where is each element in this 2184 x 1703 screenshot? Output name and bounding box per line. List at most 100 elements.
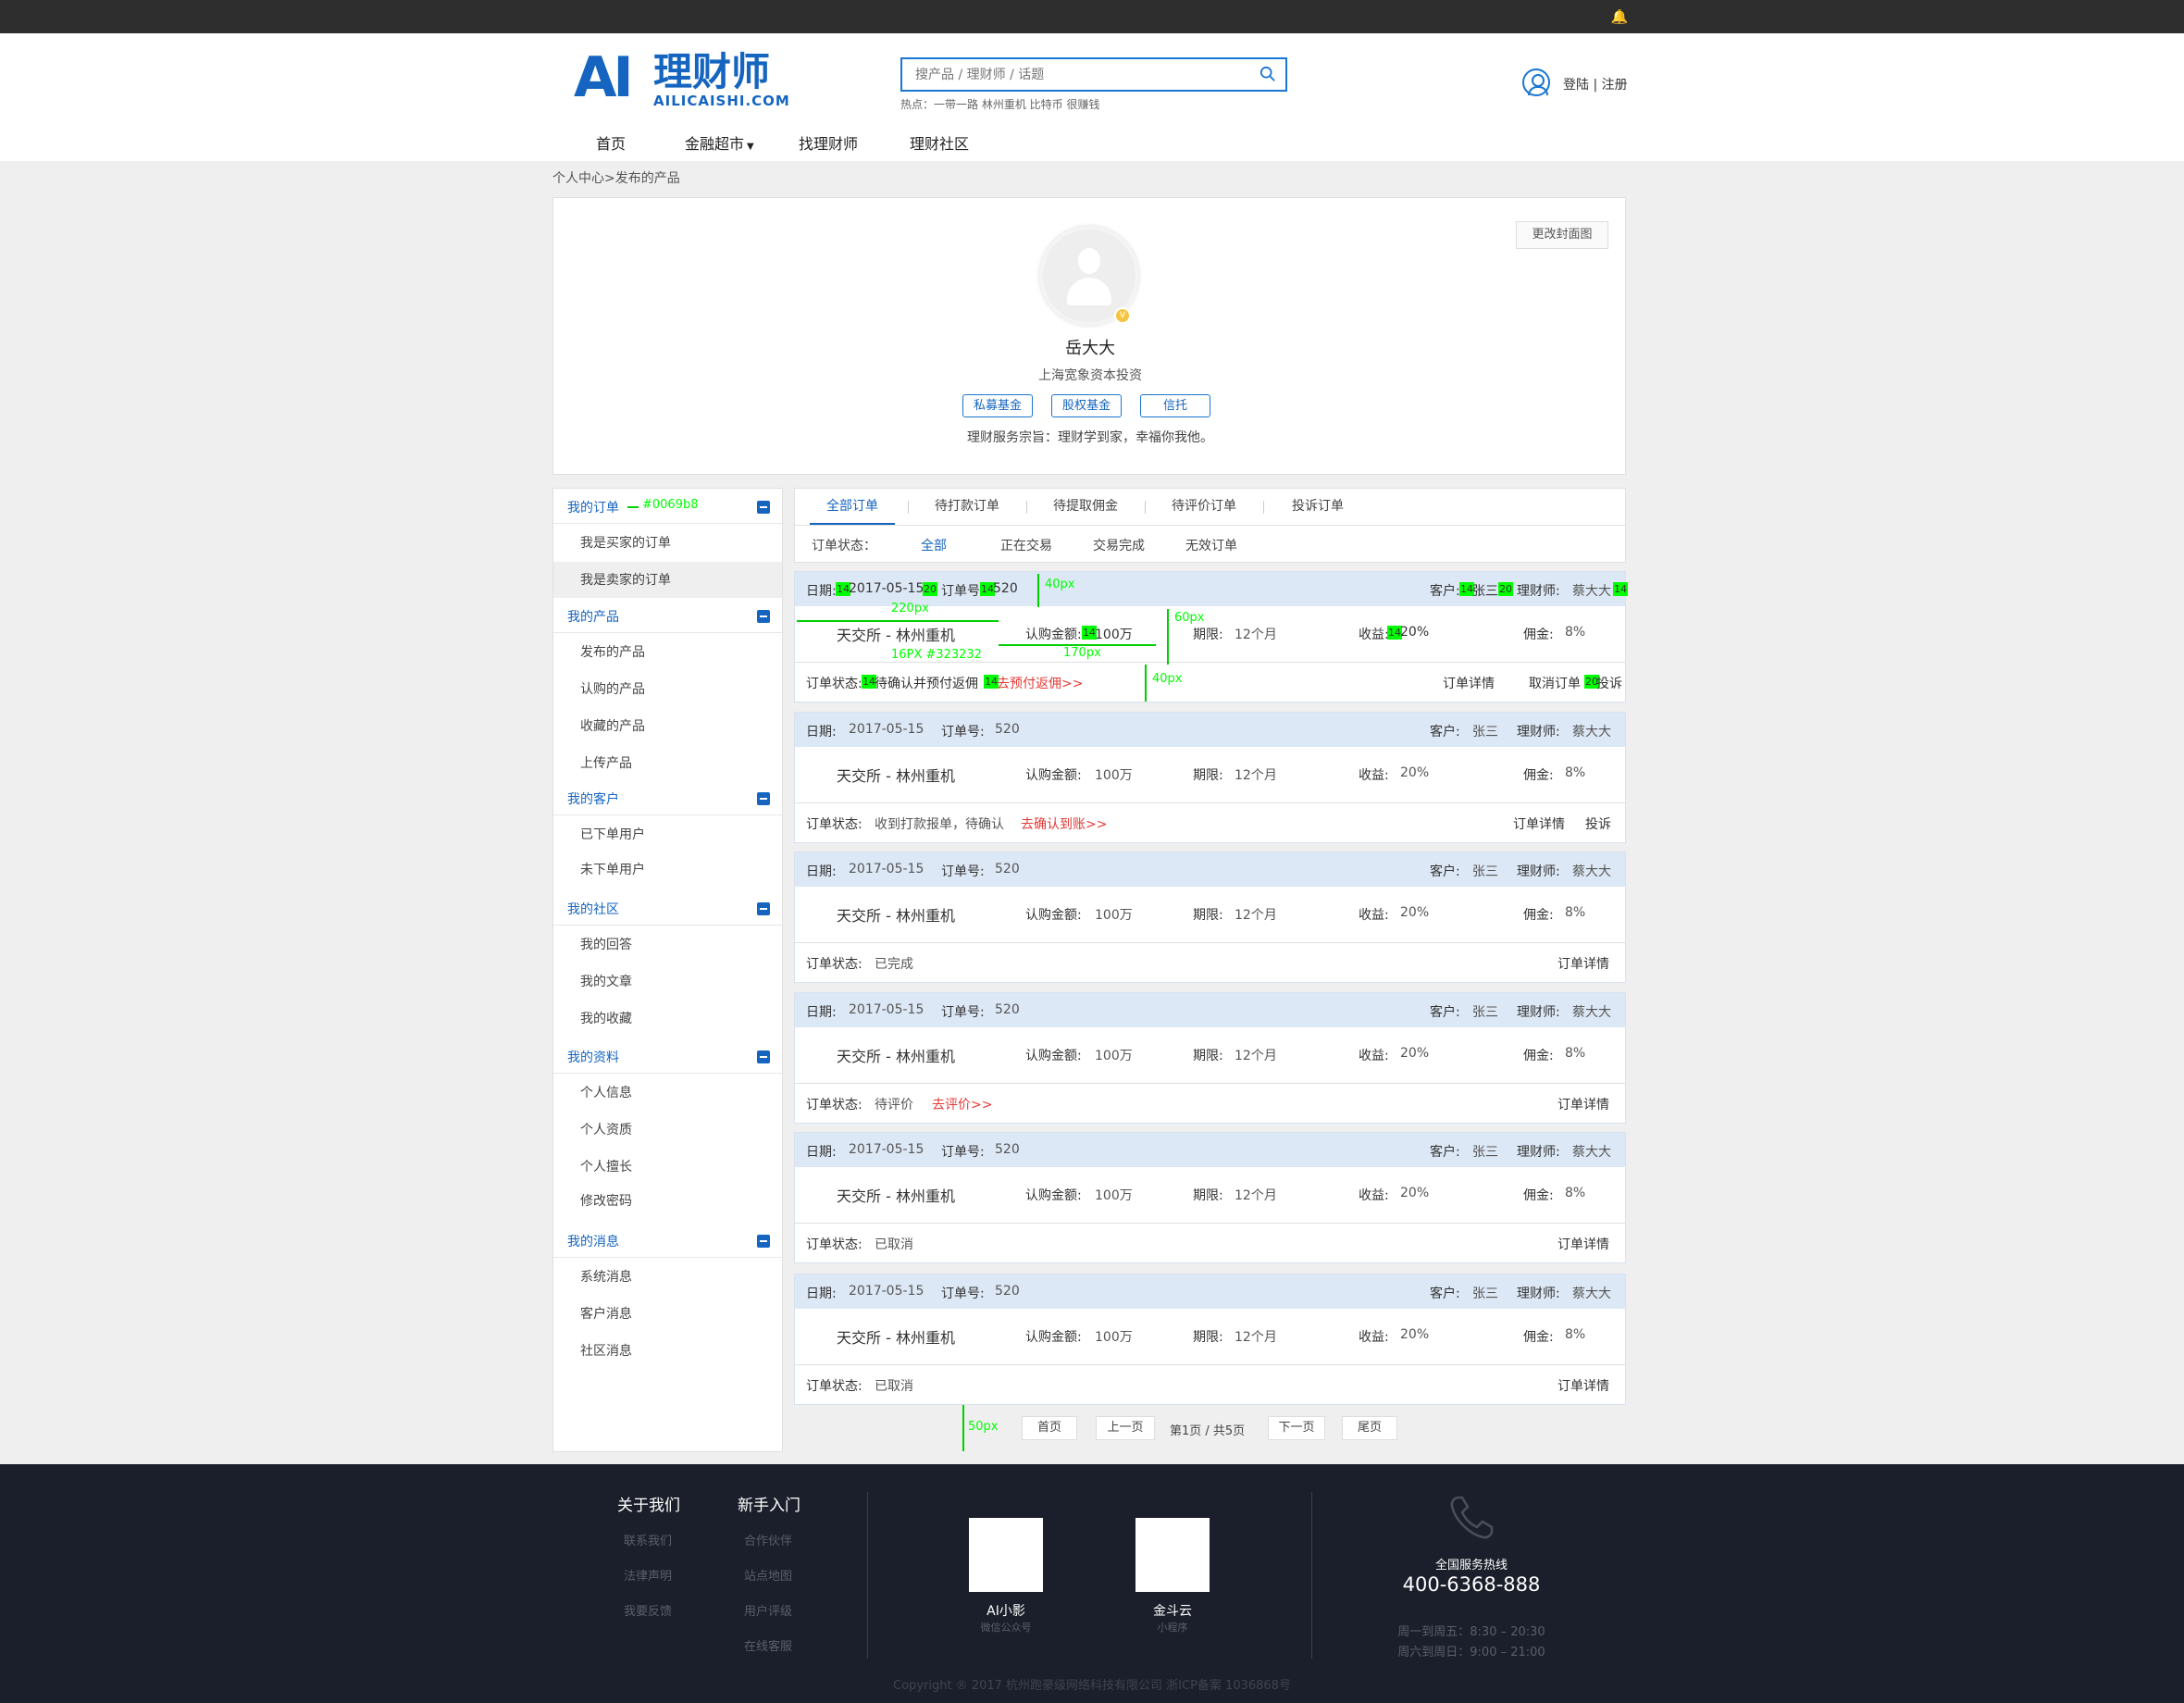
- status-value: 待评价: [875, 1098, 913, 1113]
- order-no-label: 订单号:: [941, 725, 985, 740]
- footer-link-legal[interactable]: 法律声明: [624, 1566, 672, 1584]
- sidebar-item-system-messages[interactable]: 系统消息: [553, 1259, 782, 1296]
- status-label: 订单状态:: [806, 1237, 862, 1252]
- date-label: 日期:: [806, 1287, 837, 1301]
- go-review-link[interactable]: 去评价>>: [932, 1095, 992, 1113]
- site-logo[interactable]: AI 理财师 AILICAISHI.COM: [574, 48, 792, 109]
- sidebar-item-published-products[interactable]: 发布的产品: [553, 634, 782, 671]
- footer-link-rating[interactable]: 用户评级: [744, 1601, 792, 1619]
- sidebar-head-community[interactable]: 我的社区: [553, 890, 782, 926]
- amount-value: 100万: [1095, 768, 1133, 783]
- breadcrumb[interactable]: 个人中心>发布的产品: [552, 168, 680, 187]
- nav-community[interactable]: 理财社区: [910, 131, 969, 154]
- collapse-icon[interactable]: [757, 1235, 770, 1248]
- tab-all-orders[interactable]: 全部订单: [810, 489, 895, 525]
- hot-topics[interactable]: 热点：一带一路 林州重机 比特币 很赚钱: [900, 96, 1099, 112]
- order-detail-link[interactable]: 订单详情: [1557, 1095, 1609, 1113]
- sidebar-item-change-password[interactable]: 修改密码: [553, 1183, 782, 1220]
- change-cover-button[interactable]: 更改封面图: [1516, 221, 1608, 249]
- product-name[interactable]: 天交所 - 林州重机: [837, 623, 955, 645]
- product-name[interactable]: 天交所 - 林州重机: [837, 1044, 955, 1066]
- pager-prev[interactable]: 上一页: [1096, 1416, 1155, 1440]
- search-input[interactable]: [902, 59, 1245, 90]
- sidebar-item-upload-product[interactable]: 上传产品: [553, 745, 782, 782]
- sidebar-item-subscribed-products[interactable]: 认购的产品: [553, 671, 782, 708]
- order-card: 日期: 14 2017-05-15 20 订单号: 14 520 客户: 14 …: [794, 571, 1628, 702]
- sidebar-item-qualification[interactable]: 个人资质: [553, 1112, 782, 1149]
- bell-icon[interactable]: 🔔: [1610, 7, 1629, 26]
- sidebar-item-unordered-users[interactable]: 未下单用户: [553, 852, 782, 889]
- nav-home[interactable]: 首页: [596, 131, 626, 154]
- prepay-commission-link[interactable]: 去预付返佣>>: [997, 674, 1083, 692]
- complain-link[interactable]: 投诉: [1596, 674, 1622, 692]
- tab-pending-payment[interactable]: 待打款订单: [921, 489, 1013, 525]
- user-icon[interactable]: [1522, 68, 1550, 96]
- sidebar-head-messages[interactable]: 我的消息: [553, 1223, 782, 1258]
- collapse-icon[interactable]: [757, 792, 770, 805]
- order-number: 520: [993, 581, 1018, 596]
- pager-first[interactable]: 首页: [1022, 1416, 1077, 1440]
- order-detail-link[interactable]: 订单详情: [1557, 1376, 1609, 1395]
- sidebar-head-profile[interactable]: 我的资料: [553, 1038, 782, 1074]
- filter-completed[interactable]: 交易完成: [1093, 536, 1145, 554]
- order-detail-link[interactable]: 订单详情: [1557, 1235, 1609, 1253]
- annotation-line: [627, 506, 639, 508]
- tag-private-fund[interactable]: 私募基金: [962, 394, 1033, 417]
- filter-all[interactable]: 全部: [921, 536, 947, 554]
- cancel-order-link[interactable]: 取消订单: [1529, 674, 1581, 692]
- sidebar-item-my-answers[interactable]: 我的回答: [553, 926, 782, 963]
- filter-invalid[interactable]: 无效订单: [1185, 536, 1237, 554]
- sidebar-item-expertise[interactable]: 个人擅长: [553, 1149, 782, 1186]
- collapse-icon[interactable]: [757, 902, 770, 915]
- commission-value: 8%: [1565, 1327, 1586, 1342]
- login-register-link[interactable]: 登陆 | 注册: [1563, 75, 1628, 93]
- order-detail-link[interactable]: 订单详情: [1557, 954, 1609, 973]
- collapse-icon[interactable]: [757, 501, 770, 514]
- sidebar-item-customer-messages[interactable]: 客户消息: [553, 1296, 782, 1333]
- pager-last[interactable]: 尾页: [1342, 1416, 1397, 1440]
- nav-finance-market[interactable]: 金融超市 ▼: [685, 131, 754, 154]
- tab-complaints[interactable]: 投诉订单: [1276, 489, 1359, 525]
- complain-link[interactable]: 投诉: [1585, 814, 1611, 833]
- product-name[interactable]: 天交所 - 林州重机: [837, 1325, 955, 1348]
- footer-link-contact[interactable]: 联系我们: [624, 1531, 672, 1548]
- footer-link-partners[interactable]: 合作伙伴: [744, 1531, 792, 1548]
- hotline-number[interactable]: 400-6368-888: [1342, 1573, 1601, 1596]
- nav-find-planner[interactable]: 找理财师: [799, 131, 858, 154]
- tab-pending-commission[interactable]: 待提取佣金: [1039, 489, 1132, 525]
- sidebar-head-customers[interactable]: 我的客户: [553, 780, 782, 815]
- profile-card: 更改封面图 V 岳大大 上海宽象资本投资 私募基金 股权基金 信托 理财服务宗旨…: [552, 197, 1626, 475]
- sidebar-head-products[interactable]: 我的产品: [553, 598, 782, 633]
- sidebar-item-ordered-users[interactable]: 已下单用户: [553, 816, 782, 853]
- footer-link-support[interactable]: 在线客服: [744, 1636, 792, 1654]
- product-name[interactable]: 天交所 - 林州重机: [837, 903, 955, 926]
- tab-divider: [1026, 501, 1027, 514]
- order-detail-link[interactable]: 订单详情: [1513, 814, 1565, 833]
- term-label: 期限:: [1193, 908, 1223, 923]
- collapse-icon[interactable]: [757, 1050, 770, 1063]
- confirm-payment-link[interactable]: 去确认到账>>: [1021, 814, 1107, 833]
- sidebar-item-my-articles[interactable]: 我的文章: [553, 963, 782, 1001]
- collapse-icon[interactable]: [757, 610, 770, 623]
- tag-trust[interactable]: 信托: [1140, 394, 1210, 417]
- sidebar-item-seller-orders[interactable]: 我是卖家的订单: [553, 562, 782, 599]
- customer-label: 客户:: [1430, 1005, 1460, 1020]
- pager-next[interactable]: 下一页: [1268, 1416, 1325, 1440]
- footer-link-sitemap[interactable]: 站点地图: [744, 1566, 792, 1584]
- search-icon[interactable]: [1260, 66, 1276, 82]
- filter-trading[interactable]: 正在交易: [1000, 536, 1052, 554]
- tag-equity-fund[interactable]: 股权基金: [1051, 394, 1122, 417]
- sidebar-item-personal-info[interactable]: 个人信息: [553, 1075, 782, 1112]
- sidebar-item-my-favorites[interactable]: 我的收藏: [553, 1001, 782, 1038]
- sidebar-item-favorite-products[interactable]: 收藏的产品: [553, 708, 782, 745]
- tab-pending-review[interactable]: 待评价订单: [1158, 489, 1250, 525]
- term-label: 期限:: [1193, 768, 1223, 783]
- product-name[interactable]: 天交所 - 林州重机: [837, 764, 955, 786]
- yield-label: 收益:: [1359, 1330, 1389, 1345]
- sidebar-item-buyer-orders[interactable]: 我是买家的订单: [553, 525, 782, 562]
- sidebar-item-community-messages[interactable]: 社区消息: [553, 1333, 782, 1370]
- footer-link-feedback[interactable]: 我要反馈: [624, 1601, 672, 1619]
- planner-name: 蔡大大: [1572, 584, 1611, 599]
- product-name[interactable]: 天交所 - 林州重机: [837, 1184, 955, 1206]
- order-detail-link[interactable]: 订单详情: [1443, 674, 1495, 692]
